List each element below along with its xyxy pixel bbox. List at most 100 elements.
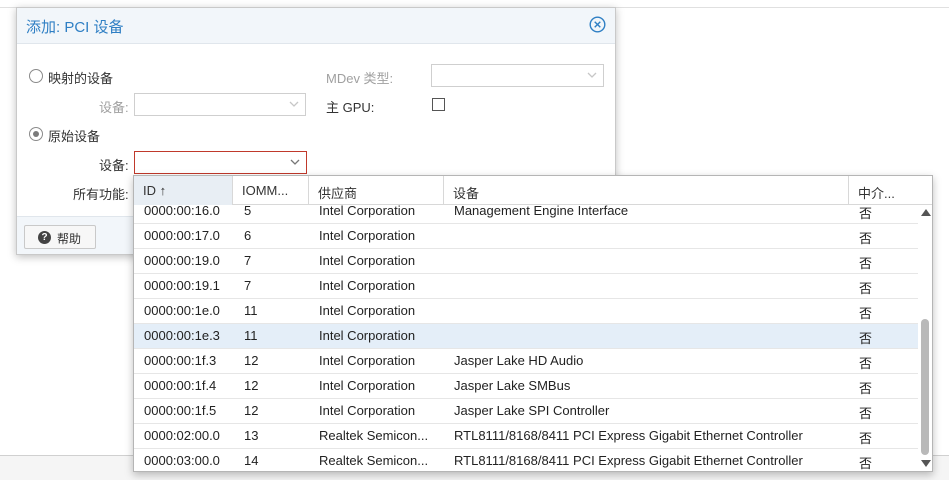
cell-iommu: 12 xyxy=(244,403,259,418)
scrollbar-thumb[interactable] xyxy=(921,319,929,455)
chevron-down-icon xyxy=(288,98,300,110)
column-header-mediated-label: 中介... xyxy=(858,186,895,201)
radio-mapped-device-label: 映射的设备 xyxy=(48,71,114,86)
table-row[interactable]: 0000:00:19.0 7 Intel Corporation 否 xyxy=(134,249,918,274)
cell-mediated: 否 xyxy=(859,456,873,471)
cell-id: 0000:00:1f.3 xyxy=(144,353,217,368)
raw-device-combo[interactable] xyxy=(134,151,307,174)
dialog-title: 添加: PCI 设备 xyxy=(26,19,124,36)
cell-iommu: 5 xyxy=(244,205,252,218)
cell-device: RTL8111/8168/8411 PCI Express Gigabit Et… xyxy=(454,428,803,443)
column-header-mediated[interactable]: 中介... xyxy=(849,176,932,205)
cell-iommu: 14 xyxy=(244,453,259,468)
help-button[interactable]: ? 帮助 xyxy=(24,225,96,249)
mdev-type-label: MDev 类型: xyxy=(326,71,394,86)
cell-vendor: Intel Corporation xyxy=(319,253,416,268)
cell-device: RTL8111/8168/8411 PCI Express Gigabit Et… xyxy=(454,453,803,468)
cell-mediated: 否 xyxy=(859,231,873,246)
table-row[interactable]: 0000:00:1f.5 12 Intel Corporation Jasper La… xyxy=(134,399,918,424)
cell-mediated: 否 xyxy=(859,381,873,396)
column-header-iommu-label: IOMM... xyxy=(242,183,289,198)
close-icon[interactable] xyxy=(589,16,606,33)
cell-id: 0000:00:1e.0 xyxy=(144,303,220,318)
cell-iommu: 7 xyxy=(244,253,252,268)
cell-id: 0000:00:19.0 xyxy=(144,253,220,268)
dialog-header: 添加: PCI 设备 xyxy=(17,8,615,44)
table-row[interactable]: 0000:00:1f.3 12 Intel Corporation Jasper La… xyxy=(134,349,918,374)
primary-gpu-label: 主 GPU: xyxy=(326,100,375,115)
cell-id: 0000:00:19.1 xyxy=(144,278,220,293)
grid-rows: 0000:00:16.0 5 Intel Corporation Management… xyxy=(134,205,918,471)
cell-mediated: 否 xyxy=(859,281,873,296)
cell-mediated: 否 xyxy=(859,431,873,446)
chevron-down-icon[interactable] xyxy=(289,156,301,168)
cell-mediated: 否 xyxy=(859,406,873,421)
cell-iommu: 13 xyxy=(244,428,259,443)
cell-id: 0000:02:00.0 xyxy=(144,428,220,443)
table-row[interactable]: 0000:03:00.0 14 Realtek Semicon... RTL8111/… xyxy=(134,449,918,471)
device-picker-grid[interactable]: ID ↑ IOMM... 供应商 设备 中介... 0000:00:16.0 5 I… xyxy=(133,175,933,472)
question-circle-icon: ? xyxy=(38,231,51,244)
table-row[interactable]: 0000:02:00.0 13 Realtek Semicon... RTL8111/… xyxy=(134,424,918,449)
cell-vendor: Intel Corporation xyxy=(319,353,416,368)
cell-vendor: Intel Corporation xyxy=(319,205,416,218)
table-row[interactable]: 0000:00:19.1 7 Intel Corporation 否 xyxy=(134,274,918,299)
cell-id: 0000:00:16.0 xyxy=(144,205,220,218)
mapped-device-label: 设备: xyxy=(99,100,129,115)
column-header-id[interactable]: ID ↑ xyxy=(134,176,233,205)
table-row[interactable]: 0000:00:1e.3 11 Intel Corporation 否 xyxy=(134,324,918,349)
cell-id: 0000:03:00.0 xyxy=(144,453,220,468)
cell-id: 0000:00:1f.4 xyxy=(144,378,217,393)
column-header-device-label: 设备 xyxy=(453,186,480,201)
cell-id: 0000:00:17.0 xyxy=(144,228,220,243)
cell-id: 0000:00:1e.3 xyxy=(144,328,220,343)
mdev-type-combo[interactable] xyxy=(431,64,604,87)
cell-vendor: Intel Corporation xyxy=(319,403,416,418)
cell-iommu: 12 xyxy=(244,378,259,393)
primary-gpu-checkbox[interactable] xyxy=(432,98,445,111)
all-functions-label: 所有功能: xyxy=(73,187,129,202)
help-button-label: 帮助 xyxy=(57,232,82,246)
column-header-vendor-label: 供应商 xyxy=(318,186,358,201)
radio-mapped-device[interactable] xyxy=(29,69,43,83)
cell-vendor: Intel Corporation xyxy=(319,328,416,343)
cell-vendor: Intel Corporation xyxy=(319,228,416,243)
cell-mediated: 否 xyxy=(859,306,873,321)
cell-vendor: Intel Corporation xyxy=(319,303,416,318)
cell-iommu: 7 xyxy=(244,278,252,293)
cell-mediated: 否 xyxy=(859,206,873,221)
column-header-id-label: ID ↑ xyxy=(143,183,167,198)
mapped-device-combo[interactable] xyxy=(134,93,306,116)
scroll-up-arrow-icon[interactable] xyxy=(921,209,931,216)
scroll-down-arrow-icon[interactable] xyxy=(921,460,931,467)
table-row[interactable]: 0000:00:1f.4 12 Intel Corporation Jasper La… xyxy=(134,374,918,399)
table-row[interactable]: 0000:00:17.0 6 Intel Corporation 否 xyxy=(134,224,918,249)
raw-device-label: 设备: xyxy=(99,158,129,173)
table-row[interactable]: 0000:00:1e.0 11 Intel Corporation 否 xyxy=(134,299,918,324)
cell-vendor: Realtek Semicon... xyxy=(319,428,429,443)
table-row[interactable]: 0000:00:16.0 5 Intel Corporation Management… xyxy=(134,205,918,224)
cell-mediated: 否 xyxy=(859,356,873,371)
cell-device: Jasper Lake SMBus xyxy=(454,378,571,393)
radio-raw-device[interactable] xyxy=(29,127,43,141)
column-header-iommu[interactable]: IOMM... xyxy=(233,176,309,205)
grid-header: ID ↑ IOMM... 供应商 设备 中介... xyxy=(134,176,932,205)
cell-iommu: 11 xyxy=(244,328,258,343)
cell-mediated: 否 xyxy=(859,331,873,346)
cell-mediated: 否 xyxy=(859,256,873,271)
cell-vendor: Intel Corporation xyxy=(319,278,416,293)
cell-device: Jasper Lake HD Audio xyxy=(454,353,584,368)
vertical-scrollbar[interactable] xyxy=(918,205,932,471)
column-header-vendor[interactable]: 供应商 xyxy=(309,176,444,205)
column-header-device[interactable]: 设备 xyxy=(444,176,849,205)
radio-raw-device-label: 原始设备 xyxy=(48,129,101,144)
cell-vendor: Intel Corporation xyxy=(319,378,416,393)
cell-device: Jasper Lake SPI Controller xyxy=(454,403,610,418)
cell-iommu: 6 xyxy=(244,228,252,243)
cell-id: 0000:00:1f.5 xyxy=(144,403,217,418)
cell-device: Management Engine Interface xyxy=(454,205,629,218)
cell-vendor: Realtek Semicon... xyxy=(319,453,429,468)
cell-iommu: 12 xyxy=(244,353,259,368)
chevron-down-icon xyxy=(586,69,598,81)
cell-iommu: 11 xyxy=(244,303,258,318)
